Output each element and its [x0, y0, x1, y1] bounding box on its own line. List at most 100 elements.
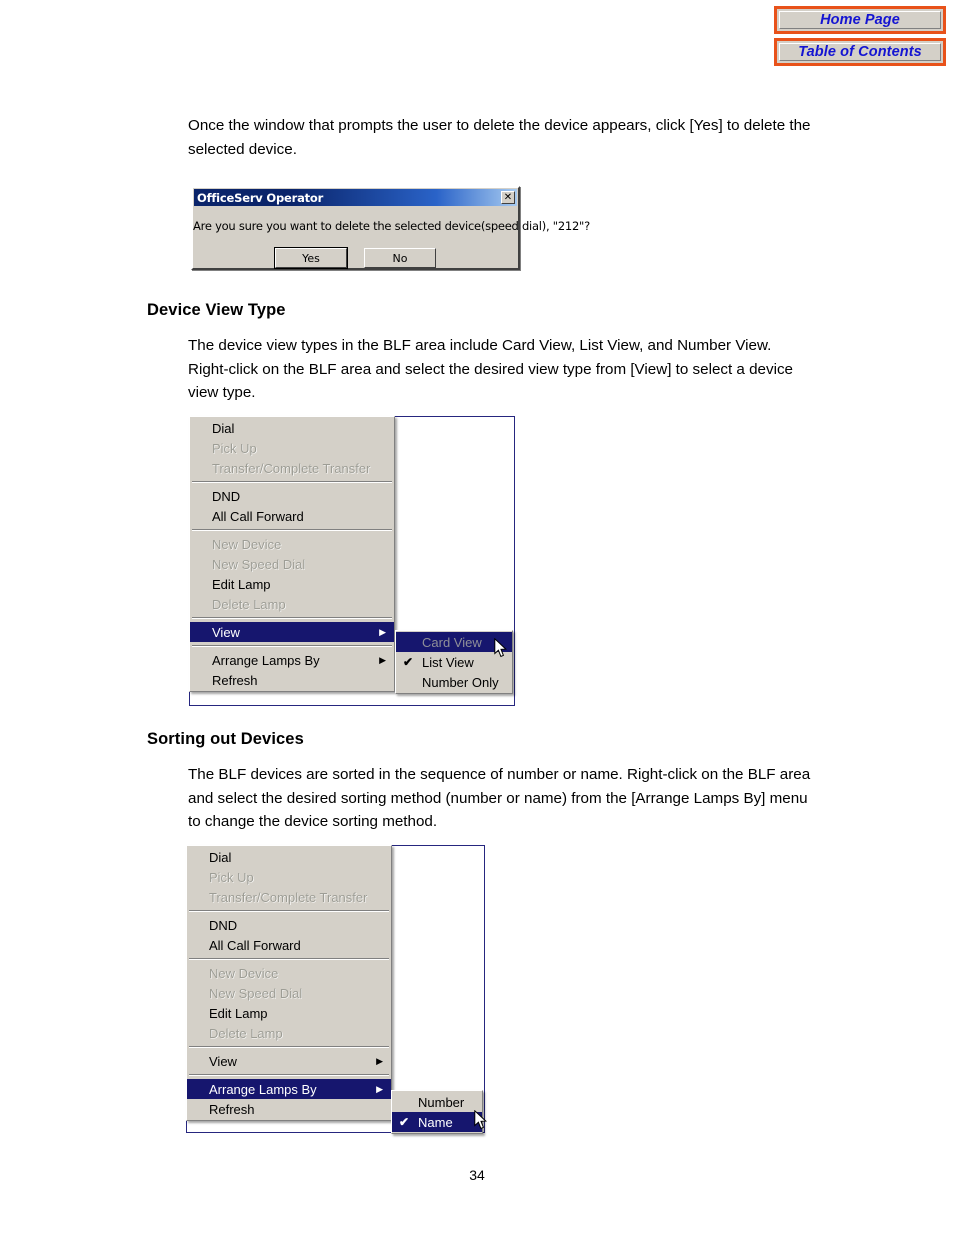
- context-menu-view-separator: [192, 645, 392, 647]
- context-menu-arrange-item-dial[interactable]: Dial: [187, 847, 391, 867]
- context-menu-arrange-item-pick-up: Pick Up: [187, 867, 391, 887]
- context-menu-arrange-item-label: New Device: [209, 965, 279, 981]
- device-view-line-1: The device view types in the BLF area in…: [188, 337, 772, 354]
- submenu-view-item-label: List View: [422, 654, 474, 670]
- context-menu-view-item-label: All Call Forward: [212, 508, 304, 524]
- context-menu-arrange-item-label: DND: [209, 917, 238, 933]
- context-menu-view-separator: [192, 617, 392, 619]
- submenu-arrange-item-label: Number: [418, 1094, 465, 1110]
- device-view-type-paragraph: The device view types in the BLF area in…: [188, 334, 844, 405]
- context-menu-view-item-all-call-forward[interactable]: All Call Forward: [190, 506, 394, 526]
- context-menu-view-item-label: Delete Lamp: [212, 596, 286, 612]
- sorting-out-devices-paragraph: The BLF devices are sorted in the sequen…: [188, 763, 844, 834]
- table-of-contents-button-face: Table of Contents: [779, 43, 941, 61]
- context-menu-arrange-item-transfer-complete-transfer: Transfer/Complete Transfer: [187, 887, 391, 907]
- checkmark-icon: ✔: [403, 655, 414, 669]
- submenu-arrange-item-label: Name: [418, 1114, 453, 1130]
- context-menu-arrange-item-dnd[interactable]: DND: [187, 915, 391, 935]
- context-menu-view-item-view[interactable]: View ▶: [190, 622, 394, 642]
- context-menu-view-item-label: Edit Lamp: [212, 576, 271, 592]
- submenu-arrow-icon: ▶: [376, 1055, 383, 1066]
- context-menu-arrange-item-label: Arrange Lamps By: [209, 1081, 317, 1097]
- context-menu-view: Dial Pick Up Transfer/Complete Transfer DND…: [189, 416, 395, 692]
- context-menu-view-item-transfer-complete-transfer: Transfer/Complete Transfer: [190, 458, 394, 478]
- submenu-view-item-label: Number Only: [422, 674, 499, 690]
- home-page-button[interactable]: Home Page: [774, 6, 946, 34]
- context-menu-view-separator: [192, 529, 392, 531]
- context-menu-arrange-separator: [189, 910, 389, 912]
- officeserv-operator-dialog: OfficeServ Operator ✕ Are you sure you w…: [191, 186, 590, 270]
- context-menu-view-item-label: Refresh: [212, 672, 258, 688]
- submenu-view-item-label: Card View: [422, 634, 482, 650]
- device-view-line-3: view type.: [188, 384, 256, 401]
- context-menu-view-item-edit-lamp[interactable]: Edit Lamp: [190, 574, 394, 594]
- context-menu-arrange-item-label: Pick Up: [209, 869, 254, 885]
- context-menu-arrange-item-delete-lamp: Delete Lamp: [187, 1023, 391, 1043]
- submenu-view-item-number-only[interactable]: Number Only: [396, 672, 512, 692]
- context-menu-arrange-separator: [189, 1046, 389, 1048]
- context-menu-view-item-pick-up: Pick Up: [190, 438, 394, 458]
- context-menu-view-item-delete-lamp: Delete Lamp: [190, 594, 394, 614]
- intro-line-1: Once the window that prompts the user to…: [188, 117, 811, 134]
- context-menu-arrange-item-label: Delete Lamp: [209, 1025, 283, 1041]
- context-menu-arrange-item-refresh[interactable]: Refresh: [187, 1099, 391, 1119]
- intro-paragraph: Once the window that prompts the user to…: [188, 114, 844, 161]
- submenu-arrow-icon: ▶: [376, 1083, 383, 1094]
- context-menu-arrange-separator: [189, 958, 389, 960]
- context-menu-arrange: Dial Pick Up Transfer/Complete Transfer DND…: [186, 845, 392, 1121]
- context-menu-view-item-refresh[interactable]: Refresh: [190, 670, 394, 690]
- dialog-title: OfficeServ Operator: [197, 190, 324, 205]
- context-menu-view-item-label: New Speed Dial: [212, 556, 306, 572]
- top-navigation: Home Page Table of Contents: [774, 6, 946, 70]
- close-icon[interactable]: ✕: [501, 191, 515, 204]
- dialog-button-row: Yes No: [193, 247, 518, 269]
- context-menu-view-item-label: Arrange Lamps By: [212, 652, 320, 668]
- context-menu-view-item-arrange-lamps-by[interactable]: Arrange Lamps By ▶: [190, 650, 394, 670]
- context-menu-view-item-dial[interactable]: Dial: [190, 418, 394, 438]
- context-menu-arrange-item-new-device: New Device: [187, 963, 391, 983]
- context-menu-view-item-label: DND: [212, 488, 241, 504]
- submenu-view: Card View ✔ List View Number Only: [395, 630, 513, 694]
- submenu-arrow-icon: ▶: [379, 654, 386, 665]
- submenu-arrange: Number ✔ Name: [391, 1090, 483, 1134]
- dialog-message: Are you sure you want to delete the sele…: [193, 219, 590, 233]
- context-menu-arrange-item-edit-lamp[interactable]: Edit Lamp: [187, 1003, 391, 1023]
- context-menu-view-item-label: View: [212, 624, 240, 640]
- context-menu-arrange-item-label: Transfer/Complete Transfer: [209, 889, 368, 905]
- context-menu-arrange-item-label: Refresh: [209, 1101, 255, 1117]
- submenu-arrange-item-name[interactable]: ✔ Name: [392, 1112, 482, 1132]
- home-page-label: Home Page: [820, 12, 900, 28]
- device-view-line-2: Right-click on the BLF area and select t…: [188, 360, 793, 378]
- sorting-line-3: to change the device sorting method.: [188, 813, 438, 830]
- context-menu-view-separator: [192, 481, 392, 483]
- context-menu-view-item-new-speed-dial: New Speed Dial: [190, 554, 394, 574]
- page-number: 34: [469, 1167, 485, 1183]
- context-menu-arrange-item-arrange-lamps-by[interactable]: Arrange Lamps By ▶: [187, 1079, 391, 1099]
- home-page-button-face: Home Page: [779, 11, 941, 29]
- context-menu-arrange-item-view[interactable]: View ▶: [187, 1051, 391, 1071]
- context-menu-arrange-item-label: New Speed Dial: [209, 985, 303, 1001]
- context-menu-arrange-item-label: All Call Forward: [209, 937, 301, 953]
- sorting-line-2: and select the desired sorting method (n…: [188, 789, 808, 807]
- submenu-arrow-icon: ▶: [379, 626, 386, 637]
- context-menu-arrange-separator: [189, 1074, 389, 1076]
- context-menu-view-item-label: Pick Up: [212, 440, 257, 456]
- submenu-view-item-list-view[interactable]: ✔ List View: [396, 652, 512, 672]
- dialog-titlebar: OfficeServ Operator ✕: [194, 189, 517, 206]
- context-menu-view-item-label: New Device: [212, 536, 282, 552]
- yes-button[interactable]: Yes: [274, 247, 348, 269]
- context-menu-view-item-dnd[interactable]: DND: [190, 486, 394, 506]
- submenu-arrange-item-number[interactable]: Number: [392, 1092, 482, 1112]
- device-view-type-heading: Device View Type: [147, 301, 286, 319]
- context-menu-view-item-label: Dial: [212, 420, 235, 436]
- context-menu-arrange-item-all-call-forward[interactable]: All Call Forward: [187, 935, 391, 955]
- sorting-out-devices-heading: Sorting out Devices: [147, 730, 304, 748]
- table-of-contents-button[interactable]: Table of Contents: [774, 38, 946, 66]
- submenu-view-item-card-view: Card View: [396, 632, 512, 652]
- context-menu-view-item-new-device: New Device: [190, 534, 394, 554]
- intro-line-2: selected device.: [188, 140, 297, 158]
- no-button[interactable]: No: [364, 248, 436, 268]
- sorting-line-1: The BLF devices are sorted in the sequen…: [188, 766, 811, 783]
- context-menu-arrange-item-label: View: [209, 1053, 237, 1069]
- table-of-contents-label: Table of Contents: [798, 44, 922, 60]
